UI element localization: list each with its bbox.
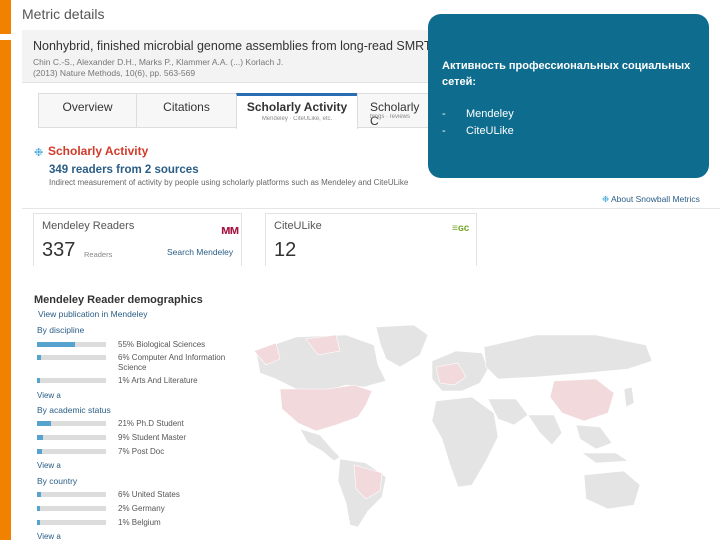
map-region-indonesia bbox=[581, 452, 629, 464]
overlay-title: Активность профессиональных социальных с… bbox=[442, 60, 691, 88]
bar-track bbox=[37, 421, 106, 426]
section-heading-discipline: By discipline bbox=[37, 325, 85, 335]
tab-scholarly-activity[interactable]: Scholarly Activity Mendeley · CiteULike,… bbox=[236, 93, 358, 129]
section-heading-country: By country bbox=[37, 476, 78, 486]
bar-fill bbox=[37, 492, 42, 497]
mendeley-logo-icon: ᴍᴍ bbox=[221, 222, 239, 237]
readers-description: Indirect measurement of activity by peop… bbox=[49, 178, 409, 187]
bar-track bbox=[37, 342, 106, 347]
divider bbox=[22, 208, 720, 209]
tab-scholarly-commentary-sub: blogs · reviews bbox=[370, 114, 411, 120]
orange-accent-bar bbox=[0, 0, 11, 540]
demographics-title: Mendeley Reader demographics bbox=[34, 294, 203, 306]
view-all-link[interactable]: View a bbox=[37, 391, 61, 400]
snowflake-icon: ❉ bbox=[602, 194, 612, 204]
tab-citations-label: Citations bbox=[163, 100, 210, 114]
about-link-label: About Snowball Metrics bbox=[611, 194, 700, 204]
citeulike-count: 12 bbox=[274, 239, 297, 261]
mendeley-readers-count: 337 bbox=[42, 239, 76, 261]
bar-track bbox=[37, 492, 106, 497]
readers-summary: 349 readers from 2 sources bbox=[49, 164, 199, 176]
country-row-label: 6% United States bbox=[118, 490, 180, 499]
map-region-central-america bbox=[299, 428, 341, 462]
mendeley-readers-card: Mendeley Readers ᴍᴍ 337 Readers Search M… bbox=[33, 213, 242, 266]
metric-tabs: Overview Citations Scholarly Activity Me… bbox=[38, 93, 429, 129]
overlay-dash: - bbox=[442, 108, 446, 120]
bar-fill bbox=[37, 355, 42, 360]
map-region-russia bbox=[483, 334, 653, 380]
tab-overview[interactable]: Overview bbox=[38, 93, 137, 127]
country-row-label: 1% Belgium bbox=[118, 518, 161, 527]
mendeley-readers-unit: Readers bbox=[84, 250, 113, 259]
discipline-row-label: 1% Arts And Literature bbox=[118, 376, 198, 385]
article-authors: Chin C.-S., Alexander D.H., Marks P., Kl… bbox=[33, 57, 284, 67]
map-region-united-states bbox=[279, 384, 373, 432]
reader-world-map[interactable] bbox=[236, 321, 666, 531]
citeulike-logo-icon: ≡ɢᴄ bbox=[452, 223, 470, 234]
map-region-greenland bbox=[375, 324, 429, 368]
tab-overview-label: Overview bbox=[62, 100, 113, 114]
search-mendeley-link[interactable]: Search Mendeley bbox=[167, 247, 233, 257]
tab-scholarly-commentary[interactable]: Scholarly C blogs · reviews bbox=[357, 93, 429, 128]
bar-track bbox=[37, 449, 106, 454]
status-row-label: 7% Post Doc bbox=[118, 447, 165, 456]
country-row-label: 2% Germany bbox=[118, 504, 165, 513]
map-region-south-asia bbox=[527, 414, 563, 446]
mendeley-card-label: Mendeley Readers bbox=[42, 220, 135, 232]
bar-fill bbox=[37, 342, 75, 347]
view-all-link[interactable]: View a bbox=[37, 461, 61, 470]
bar-fill bbox=[37, 520, 40, 525]
discipline-row-label: 55% Biological Sciences bbox=[118, 340, 206, 349]
citeulike-card: CiteULike ≡ɢᴄ 12 bbox=[265, 213, 477, 266]
discipline-row-label: 6% Computer And Information Science bbox=[118, 353, 226, 372]
bar-fill bbox=[37, 506, 40, 511]
bar-track bbox=[37, 435, 106, 440]
snowflake-icon: ❉ bbox=[34, 147, 44, 159]
article-citation: (2013) Nature Methods, 10(6), pp. 563-56… bbox=[33, 68, 196, 78]
section-heading-academic-status: By academic status bbox=[37, 405, 111, 415]
bar-track bbox=[37, 378, 106, 383]
bar-track bbox=[37, 520, 106, 525]
bar-fill bbox=[37, 421, 52, 426]
scholarly-activity-heading: Scholarly Activity bbox=[48, 144, 149, 158]
map-region-southeast-asia bbox=[575, 424, 613, 450]
tab-scholarly-activity-label: Scholarly Activity bbox=[246, 100, 348, 114]
tab-citations[interactable]: Citations bbox=[136, 93, 237, 127]
bar-track bbox=[37, 506, 106, 511]
overlay-callout: Активность профессиональных социальных с… bbox=[428, 14, 709, 178]
article-title: Nonhybrid, finished microbial genome ass… bbox=[33, 39, 432, 53]
bar-fill bbox=[37, 378, 40, 383]
map-region-japan bbox=[623, 386, 635, 408]
status-row-label: 9% Student Master bbox=[118, 433, 187, 442]
map-region-china bbox=[549, 378, 615, 422]
tab-scholarly-activity-sub: Mendeley · CiteULike, etc. bbox=[261, 116, 333, 122]
overlay-item-mendeley: Mendeley bbox=[466, 108, 514, 120]
overlay-dash: - bbox=[442, 125, 446, 137]
article-header: Nonhybrid, finished microbial genome ass… bbox=[22, 30, 432, 83]
page-title: Metric details bbox=[22, 6, 105, 22]
status-row-label: 21% Ph.D Student bbox=[118, 419, 184, 428]
overlay-item-citeulike: CiteULike bbox=[466, 125, 514, 137]
bar-fill bbox=[37, 449, 42, 454]
map-region-australia bbox=[583, 470, 641, 510]
citeulike-card-label: CiteULike bbox=[274, 220, 322, 232]
about-snowball-metrics-link[interactable]: ❉ About Snowball Metrics bbox=[602, 194, 700, 205]
view-in-mendeley-link[interactable]: View publication in Mendeley bbox=[38, 309, 147, 319]
map-region-africa bbox=[431, 396, 499, 488]
bar-fill bbox=[37, 435, 44, 440]
bar-track bbox=[37, 355, 106, 360]
